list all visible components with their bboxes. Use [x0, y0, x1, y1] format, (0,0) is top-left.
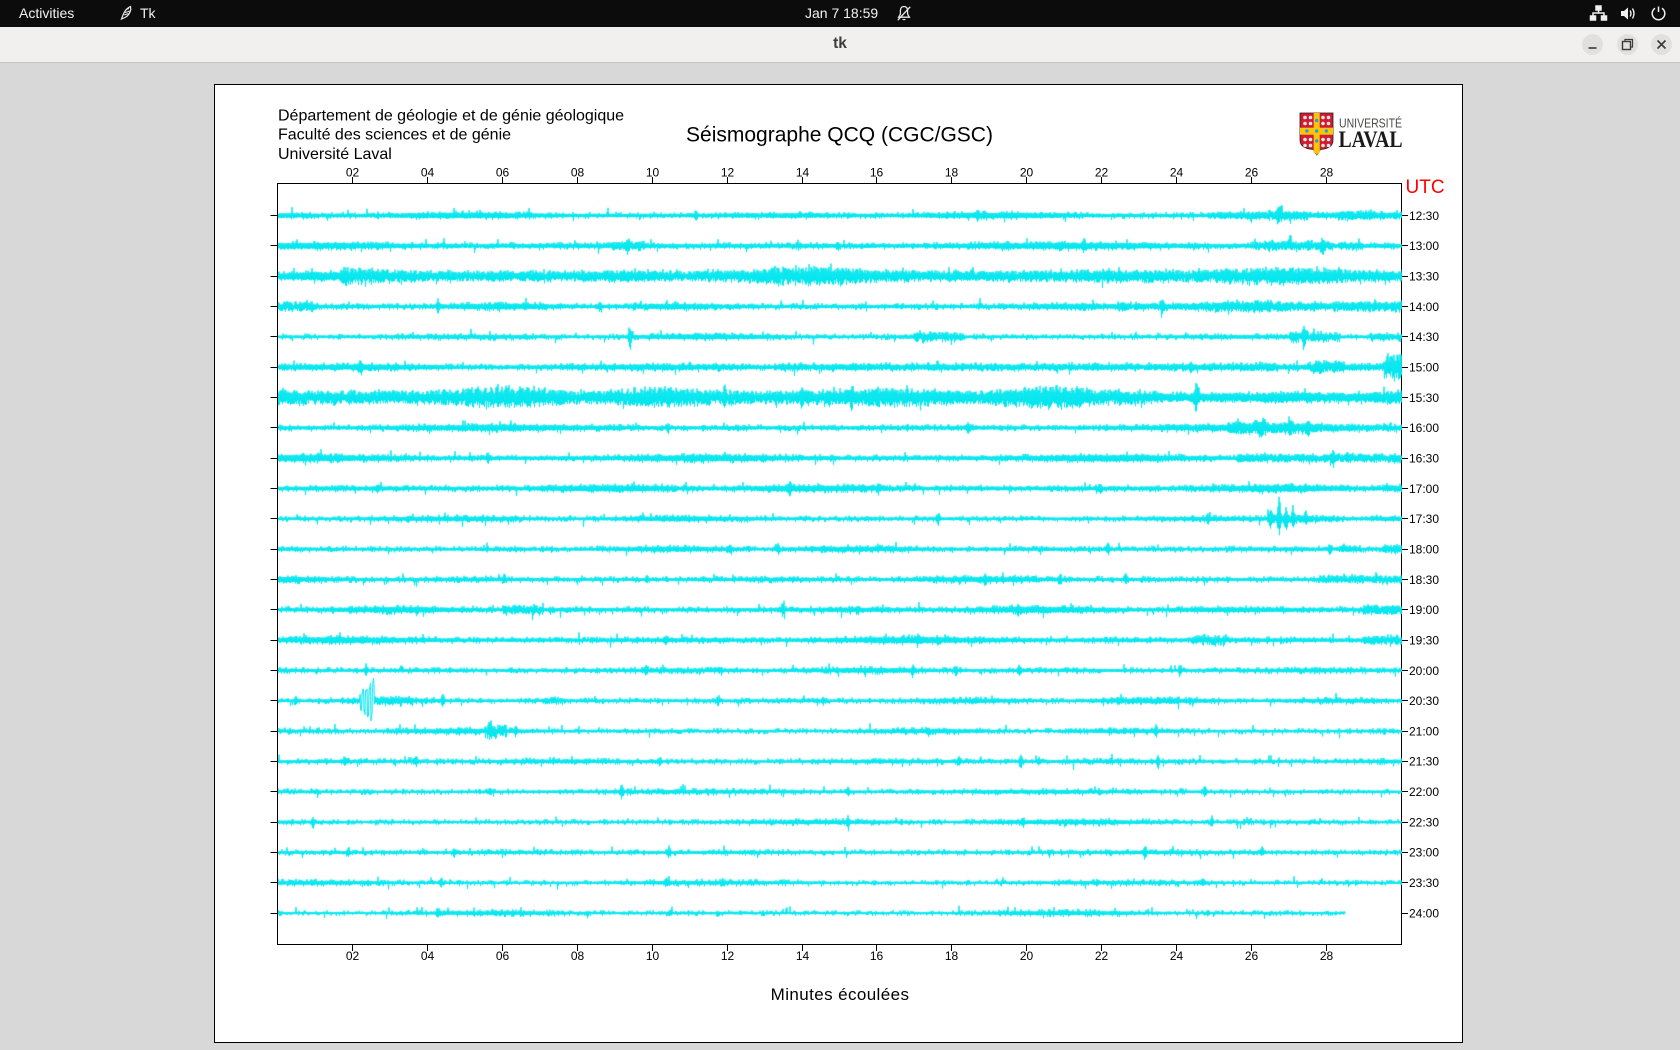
svg-text:13:00: 13:00: [1409, 239, 1439, 253]
svg-text:24: 24: [1170, 949, 1184, 963]
svg-text:UTC: UTC: [1406, 177, 1445, 198]
svg-text:16: 16: [870, 949, 884, 963]
svg-text:08: 08: [571, 949, 585, 963]
svg-text:14: 14: [796, 949, 810, 963]
svg-text:04: 04: [421, 949, 435, 963]
svg-text:21:30: 21:30: [1409, 755, 1439, 769]
svg-text:24:00: 24:00: [1409, 906, 1439, 920]
svg-text:14:30: 14:30: [1409, 330, 1439, 344]
svg-text:18:30: 18:30: [1409, 573, 1439, 587]
svg-text:26: 26: [1245, 949, 1259, 963]
svg-text:21:00: 21:00: [1409, 724, 1439, 738]
svg-text:22: 22: [1095, 949, 1109, 963]
svg-text:28: 28: [1320, 949, 1334, 963]
svg-text:18: 18: [945, 166, 959, 180]
svg-text:15:30: 15:30: [1409, 391, 1439, 405]
svg-text:20:00: 20:00: [1409, 664, 1439, 678]
svg-text:08: 08: [571, 166, 585, 180]
svg-text:28: 28: [1320, 166, 1334, 180]
svg-text:Université Laval: Université Laval: [278, 146, 392, 163]
svg-text:Département de géologie et de: Département de géologie et de génie géol…: [278, 108, 624, 125]
svg-text:Séismographe QCQ (CGC/GSC): Séismographe QCQ (CGC/GSC): [686, 124, 993, 147]
svg-text:19:30: 19:30: [1409, 633, 1439, 647]
svg-text:06: 06: [496, 166, 510, 180]
svg-text:18: 18: [945, 949, 959, 963]
svg-text:16:30: 16:30: [1409, 451, 1439, 465]
svg-text:24: 24: [1170, 166, 1184, 180]
svg-text:22:30: 22:30: [1409, 815, 1439, 829]
svg-text:16: 16: [870, 166, 884, 180]
svg-text:17:30: 17:30: [1409, 512, 1439, 526]
svg-text:04: 04: [421, 166, 435, 180]
svg-text:02: 02: [346, 166, 360, 180]
svg-text:18:00: 18:00: [1409, 542, 1439, 556]
svg-text:26: 26: [1245, 166, 1259, 180]
svg-text:17:00: 17:00: [1409, 482, 1439, 496]
svg-text:23:00: 23:00: [1409, 846, 1439, 860]
svg-text:14: 14: [796, 166, 810, 180]
svg-text:20: 20: [1020, 166, 1034, 180]
svg-text:Minutes écoulées: Minutes écoulées: [771, 985, 910, 1004]
svg-text:22: 22: [1095, 166, 1109, 180]
svg-text:19:00: 19:00: [1409, 603, 1439, 617]
svg-text:10: 10: [646, 166, 660, 180]
svg-text:Faculté des sciences et de gén: Faculté des sciences et de génie: [278, 127, 511, 144]
svg-text:06: 06: [496, 949, 510, 963]
svg-text:12: 12: [721, 166, 735, 180]
svg-text:20: 20: [1020, 949, 1034, 963]
svg-text:10: 10: [646, 949, 660, 963]
svg-text:13:30: 13:30: [1409, 269, 1439, 283]
svg-text:16:00: 16:00: [1409, 421, 1439, 435]
svg-text:15:00: 15:00: [1409, 360, 1439, 374]
svg-text:12: 12: [721, 949, 735, 963]
svg-text:14:00: 14:00: [1409, 300, 1439, 314]
svg-text:22:00: 22:00: [1409, 785, 1439, 799]
svg-text:LAVAL: LAVAL: [1339, 127, 1403, 152]
svg-text:02: 02: [346, 949, 360, 963]
svg-text:23:30: 23:30: [1409, 876, 1439, 890]
svg-text:20:30: 20:30: [1409, 694, 1439, 708]
svg-text:12:30: 12:30: [1409, 209, 1439, 223]
